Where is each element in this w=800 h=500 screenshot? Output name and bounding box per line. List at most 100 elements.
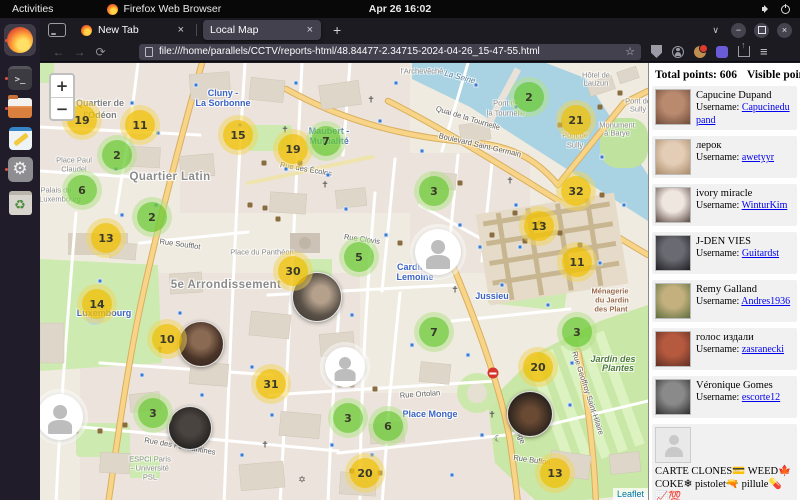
point-marker[interactable]: [598, 261, 603, 266]
tab-new-tab[interactable]: New Tab ×: [74, 20, 192, 40]
cluster-marker[interactable]: 11: [125, 110, 155, 140]
dock-item-firefox[interactable]: [4, 24, 36, 56]
point-marker[interactable]: [514, 203, 519, 208]
point-marker[interactable]: [480, 433, 485, 438]
back-button[interactable]: ←: [48, 45, 69, 59]
point-marker[interactable]: [600, 155, 605, 160]
minimize-button[interactable]: −: [731, 23, 746, 38]
list-tabs-chevron-icon[interactable]: ∨: [708, 25, 723, 36]
user-entry[interactable]: CARTE CLONES💳 WEED🍁 COKE❄ pistolet🔫 pill…: [652, 424, 797, 500]
cluster-marker[interactable]: 11: [562, 247, 592, 277]
user-entry[interactable]: J-DEN VIESUsername: Guitardst: [652, 232, 797, 274]
power-icon[interactable]: [781, 5, 790, 14]
cluster-marker[interactable]: 19: [278, 134, 308, 164]
point-marker[interactable]: [140, 373, 145, 378]
tracking-protection-shield-icon[interactable]: [651, 45, 662, 58]
point-marker[interactable]: [178, 311, 183, 316]
points-sidebar[interactable]: Total points: 606 Visible points: 348 Ca…: [648, 63, 800, 500]
user-entry[interactable]: Capucine DupandUsername: Capucinedupand: [652, 86, 797, 130]
bookmark-star-icon[interactable]: ☆: [625, 45, 635, 58]
dock-item-terminal[interactable]: >_: [4, 62, 36, 94]
unknown-person-marker[interactable]: [325, 347, 365, 387]
point-marker[interactable]: [250, 365, 255, 370]
point-marker[interactable]: [478, 245, 483, 250]
point-marker[interactable]: [518, 245, 523, 250]
cluster-marker[interactable]: 13: [524, 211, 554, 241]
point-marker[interactable]: [240, 453, 245, 458]
point-marker[interactable]: [120, 213, 125, 218]
point-marker[interactable]: [294, 81, 299, 86]
photo-marker[interactable]: [168, 406, 212, 450]
username-link[interactable]: Andres1936: [741, 296, 790, 307]
point-marker[interactable]: [194, 83, 199, 88]
point-marker[interactable]: [98, 279, 103, 284]
cluster-marker[interactable]: 3: [333, 403, 363, 433]
cluster-marker[interactable]: 2: [137, 202, 167, 232]
username-link[interactable]: WinturKim: [742, 200, 788, 211]
save-page-icon[interactable]: [738, 46, 750, 57]
point-marker[interactable]: [474, 83, 479, 88]
cluster-marker[interactable]: 15: [223, 120, 253, 150]
cluster-marker[interactable]: 3: [138, 398, 168, 428]
maximize-button[interactable]: [754, 23, 769, 38]
zoom-out-button[interactable]: −: [51, 97, 73, 119]
zoom-in-button[interactable]: +: [51, 75, 73, 97]
point-marker[interactable]: [394, 81, 399, 86]
cluster-marker[interactable]: 6: [373, 411, 403, 441]
cluster-marker[interactable]: 2: [102, 140, 132, 170]
point-marker[interactable]: [326, 173, 331, 178]
extension-badge-icon[interactable]: [694, 46, 706, 58]
cluster-marker[interactable]: 32: [561, 176, 591, 206]
point-marker[interactable]: [570, 361, 575, 366]
cluster-marker[interactable]: 31: [256, 369, 286, 399]
close-tab-icon[interactable]: ×: [306, 24, 314, 36]
point-marker[interactable]: [284, 167, 289, 172]
cluster-marker[interactable]: 7: [419, 317, 449, 347]
username-link[interactable]: awetyyr: [742, 152, 774, 163]
username-link[interactable]: zasranecki: [742, 344, 784, 355]
point-marker[interactable]: [500, 283, 505, 288]
volume-icon[interactable]: [762, 5, 772, 13]
point-marker[interactable]: [546, 303, 551, 308]
point-marker[interactable]: [384, 233, 389, 238]
point-marker[interactable]: [450, 473, 455, 478]
point-marker[interactable]: [350, 313, 355, 318]
user-entry[interactable]: голос издалиUsername: zasranecki: [652, 328, 797, 370]
tab-local-map[interactable]: Local Map ×: [203, 20, 321, 40]
point-marker[interactable]: [370, 453, 375, 458]
cluster-marker[interactable]: 20: [350, 458, 380, 488]
dock-item-text-editor[interactable]: [4, 122, 36, 154]
forward-button[interactable]: →: [69, 45, 90, 59]
user-entry[interactable]: Véronique GomesUsername: escorte12: [652, 376, 797, 418]
menu-icon[interactable]: ≡: [760, 44, 768, 59]
point-marker[interactable]: [378, 119, 383, 124]
point-marker[interactable]: [270, 413, 275, 418]
dock-item-files[interactable]: [4, 92, 36, 124]
point-marker[interactable]: [458, 223, 463, 228]
cluster-marker[interactable]: 13: [91, 223, 121, 253]
user-entry[interactable]: Remy GallandUsername: Andres1936: [652, 280, 797, 322]
point-marker[interactable]: [420, 149, 425, 154]
extension-puzzle-icon[interactable]: [716, 46, 728, 58]
cluster-marker[interactable]: 5: [344, 242, 374, 272]
cluster-marker[interactable]: 14: [82, 289, 112, 319]
point-marker[interactable]: [130, 101, 135, 106]
account-icon[interactable]: [672, 46, 684, 58]
point-marker[interactable]: [568, 403, 573, 408]
url-bar[interactable]: file:///home/parallels/CCTV/reports-html…: [139, 44, 641, 60]
close-tab-icon[interactable]: ×: [177, 24, 185, 36]
dock-item-settings[interactable]: ⚙: [4, 153, 36, 185]
map[interactable]: Cluny -La SorbonneMaubert -MutualitéCard…: [40, 63, 648, 500]
point-marker[interactable]: [410, 343, 415, 348]
username-link[interactable]: Guitardst: [742, 248, 779, 259]
point-marker[interactable]: [200, 393, 205, 398]
cluster-marker[interactable]: 6: [67, 175, 97, 205]
url-text[interactable]: file:///home/parallels/CCTV/reports-html…: [159, 46, 619, 57]
cluster-marker[interactable]: 3: [562, 317, 592, 347]
cluster-marker[interactable]: 2: [514, 82, 544, 112]
point-marker[interactable]: [622, 203, 627, 208]
point-marker[interactable]: [466, 353, 471, 358]
user-entry[interactable]: лерокUsername: awetyyr: [652, 136, 797, 178]
username-link[interactable]: escorte12: [742, 392, 780, 403]
photo-marker[interactable]: [178, 321, 224, 367]
